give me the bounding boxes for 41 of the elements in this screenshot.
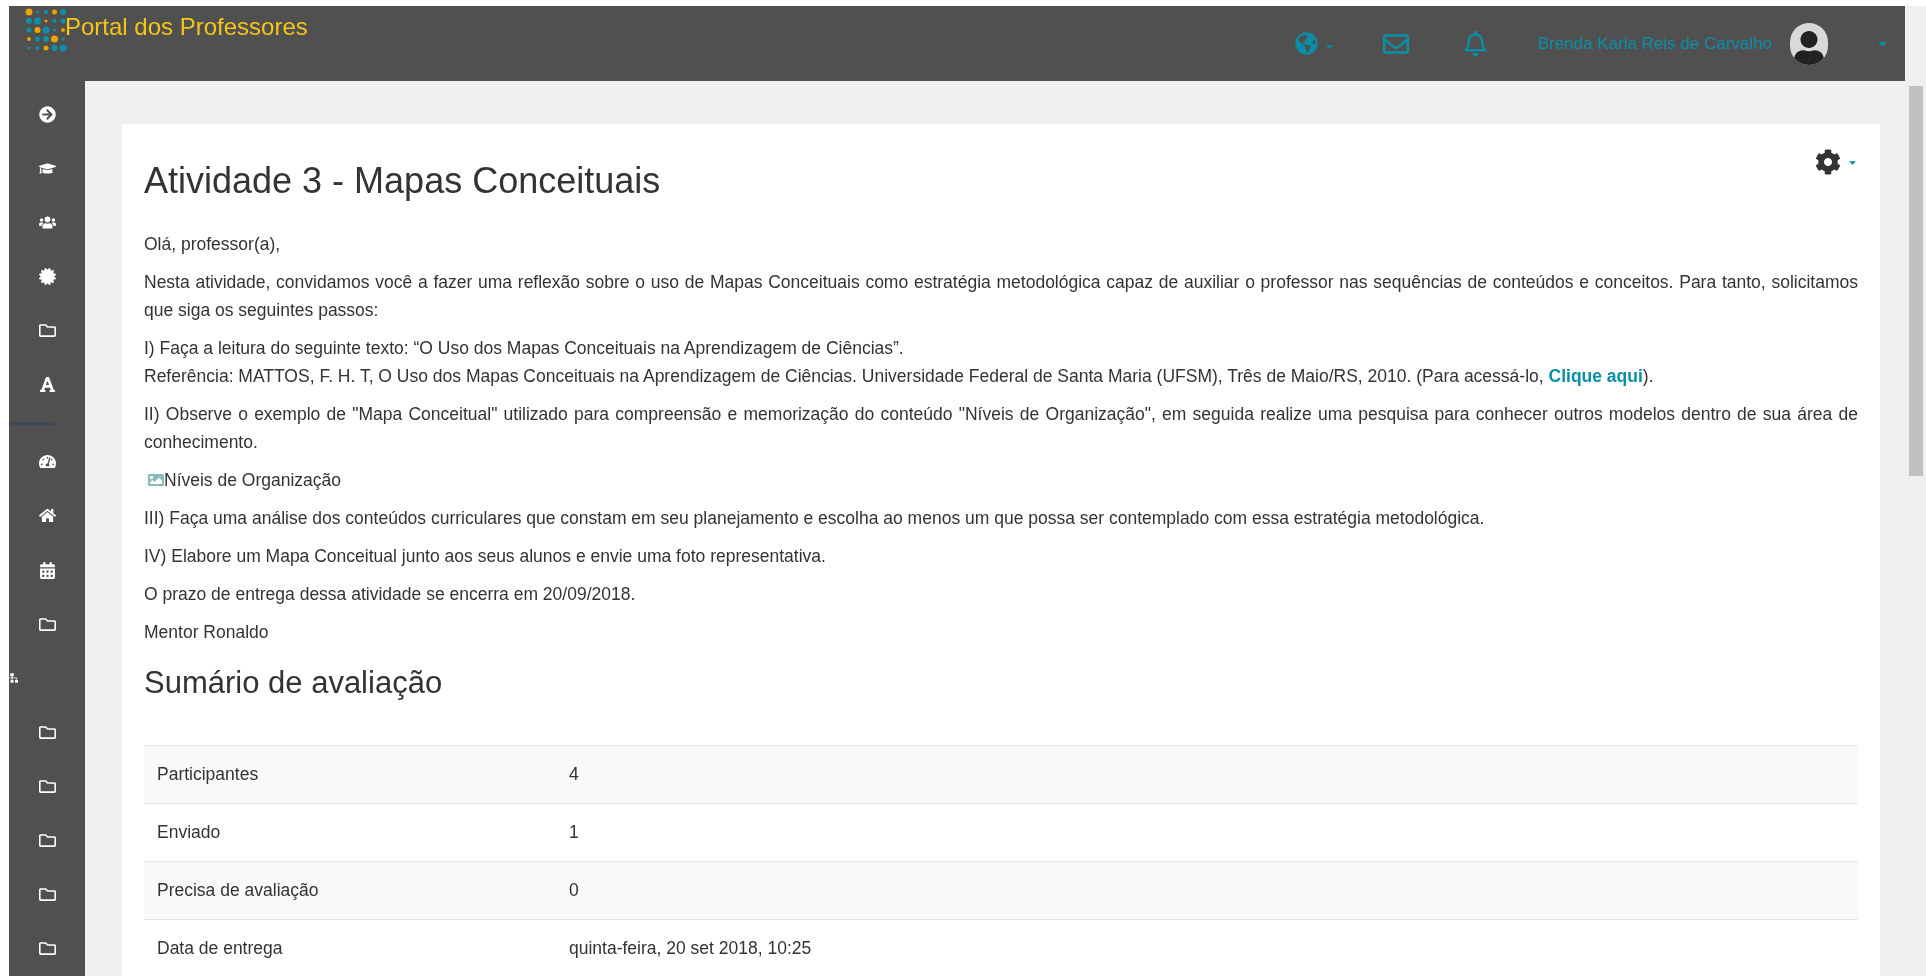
- body-paragraph: I) Faça a leitura do seguinte texto: “O Uso dos Mapas Conceituais na Aprendizagem de Ciências”.: [144, 337, 905, 360]
- font-icon[interactable]: [38, 376, 56, 394]
- avatar[interactable]: [1790, 22, 1828, 65]
- settings-icon[interactable]: [1815, 149, 1841, 175]
- calendar-icon[interactable]: [38, 561, 56, 579]
- table-cell-text: Participantes: [156, 762, 260, 786]
- folder-icon[interactable]: [38, 832, 56, 850]
- folder-icon[interactable]: [38, 723, 56, 741]
- user-name[interactable]: Brenda Karla Reis de Carvalho: [1537, 30, 1772, 57]
- folder-icon[interactable]: [38, 778, 56, 795]
- home-icon[interactable]: [38, 507, 56, 525]
- table-cell-text: 1: [569, 820, 579, 844]
- folder-icon[interactable]: [38, 886, 56, 904]
- body-paragraph: IV) Elabore um Mapa Conceitual junto aos seus alunos e envie uma foto representativa.: [144, 545, 827, 568]
- body-paragraph: III) Faça uma análise dos conteúdos curriculares que constam em seu planejamento e escolha ao menos um que possa ser contemplado com essa estratégia metodológica.: [144, 507, 1486, 530]
- section-title: Sumário de avaliação: [144, 664, 444, 702]
- sitemap-icon[interactable]: [6, 672, 18, 685]
- reference-paragraph: Referência: MATTOS, F. H. T, O Uso dos Mapas Conceituais na Aprendizagem de Ciências. Universidade Federal de Santa Maria (UFSM), Três de Maio/RS, 2010. (Para acessá-lo, Clique aqui).: [144, 365, 1655, 388]
- table-cell-text: Data de entrega: [156, 936, 284, 960]
- folder-icon[interactable]: [38, 615, 56, 633]
- folder-icon[interactable]: [38, 322, 56, 340]
- table-cell-text: 4: [569, 762, 579, 786]
- body-paragraph: Olá, professor(a),: [144, 233, 282, 256]
- dots-logo-icon: [25, 8, 67, 54]
- table-cell-text: quinta-feira, 20 set 2018, 10:25: [569, 936, 812, 960]
- page-title: Atividade 3 - Mapas Conceituais: [144, 159, 661, 203]
- badge-icon[interactable]: [38, 267, 56, 285]
- body-paragraph: Mentor Ronaldo: [144, 621, 270, 644]
- scrollbar[interactable]: [1905, 6, 1926, 976]
- table-cell-text: Precisa de avaliação: [156, 878, 320, 902]
- link[interactable]: Clique aqui: [1548, 366, 1643, 386]
- table-cell-text: Enviado: [156, 820, 222, 844]
- table-cell-text: 0: [569, 878, 579, 902]
- image-alt-text: Níveis de Organização: [164, 469, 342, 492]
- folder-icon[interactable]: [38, 940, 56, 958]
- body-paragraph: O prazo de entrega dessa atividade se encerra em 20/09/2018.: [144, 583, 637, 606]
- dashboard-icon[interactable]: [38, 453, 56, 471]
- body-paragraph: Nesta atividade, convidamos você a fazer uma reflexão sobre o uso de Mapas Conceituais como estratégia metodológica capaz de auxiliar o professor nas sequências de conteúdos e conceitos. Para tanto, solicitamos que siga os seguintes passos:: [144, 271, 1858, 322]
- broken-image-icon: [148, 472, 164, 488]
- brand-title[interactable]: Portal dos Professores: [65, 9, 308, 45]
- body-paragraph: II) Observe o exemplo de "Mapa Conceitual" utilizado para compreensão e memorização do conteúdo "Níveis de Organização", em seguida realize uma pesquisa para conhecer outros modelos dentro de sua área de conhecimento.: [144, 403, 1858, 454]
